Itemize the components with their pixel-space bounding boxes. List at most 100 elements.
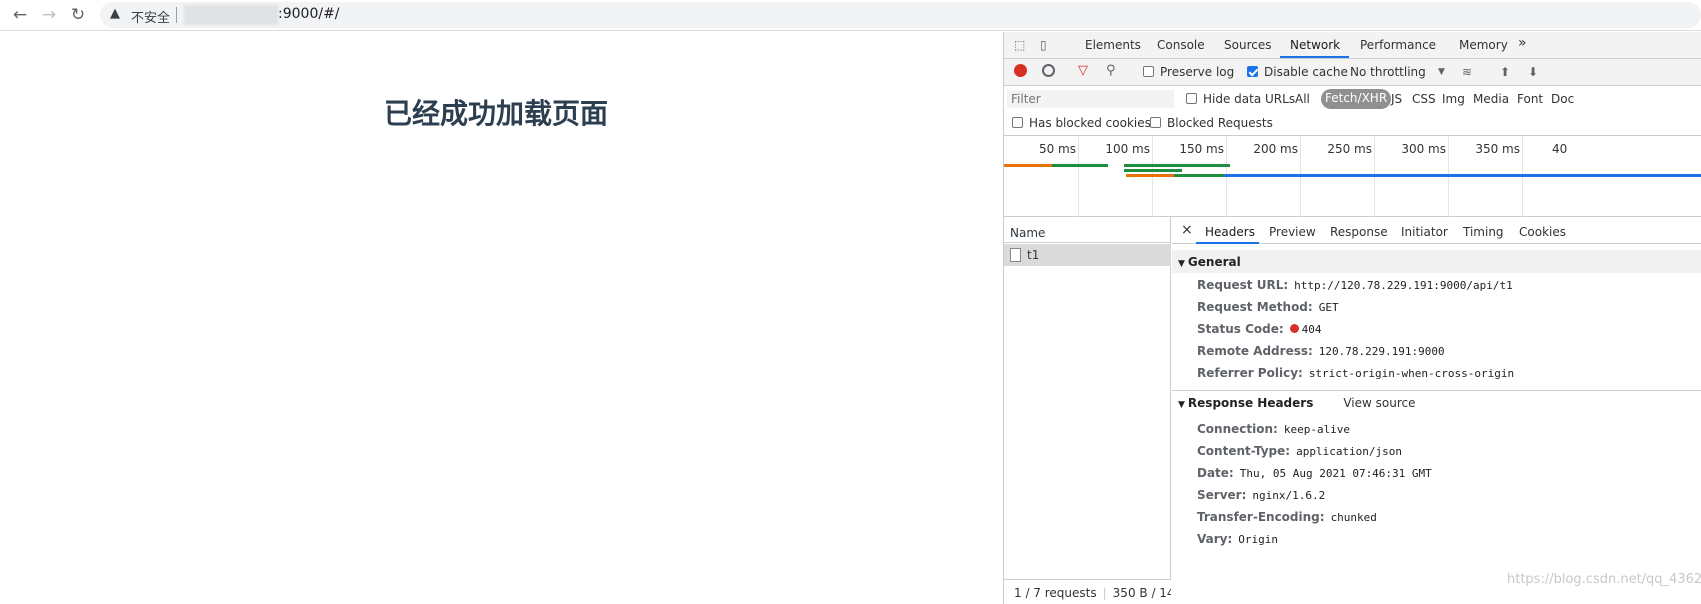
- filter-media[interactable]: Media: [1473, 92, 1509, 106]
- header-value: Origin: [1238, 533, 1279, 546]
- tick-label: 100 ms: [1105, 142, 1150, 156]
- response-headers-section-header[interactable]: ▼ Response Headers View source: [1172, 390, 1701, 413]
- preserve-log-checkbox[interactable]: Preserve log: [1143, 65, 1234, 79]
- timeline-bar: [1126, 174, 1174, 177]
- filter-input[interactable]: [1007, 90, 1174, 108]
- file-icon: [1010, 248, 1021, 262]
- reload-icon[interactable]: ↻: [68, 5, 88, 25]
- active-tab-indicator: [1280, 56, 1349, 58]
- triangle-down-icon: ▼: [1178, 400, 1185, 410]
- header-row: Request URL: http://120.78.229.191:9000/a…: [1197, 278, 1513, 292]
- header-value: application/json: [1296, 445, 1403, 458]
- header-key: Status Code:: [1197, 322, 1284, 336]
- warning-icon[interactable]: ▲: [110, 6, 120, 21]
- request-name: t1: [1027, 248, 1040, 262]
- header-value: Thu, 05 Aug 2021 07:46:31 GMT: [1239, 467, 1432, 480]
- header-key: Vary:: [1197, 532, 1233, 546]
- header-row: Date: Thu, 05 Aug 2021 07:46:31 GMT: [1197, 466, 1432, 480]
- header-key: Date:: [1197, 466, 1234, 480]
- general-title: General: [1187, 255, 1241, 269]
- request-row[interactable]: t1: [1004, 244, 1171, 266]
- has-blocked-cookies-checkbox[interactable]: Has blocked cookies: [1012, 116, 1151, 130]
- filter-js[interactable]: JS: [1391, 92, 1402, 106]
- tab-cookies[interactable]: Cookies: [1519, 225, 1566, 239]
- filter-doc[interactable]: Doc: [1551, 92, 1574, 106]
- back-arrow-icon[interactable]: ←: [10, 5, 30, 25]
- network-conditions-icon[interactable]: ≋: [1462, 65, 1472, 79]
- chevron-down-icon[interactable]: ▼: [1438, 67, 1445, 77]
- view-source-link[interactable]: View source: [1343, 396, 1415, 410]
- preserve-log-label: Preserve log: [1160, 65, 1235, 79]
- header-row: Vary: Origin: [1197, 532, 1278, 546]
- tab-memory[interactable]: Memory: [1459, 38, 1508, 52]
- request-list: Name t1 1 / 7 requests|350 B / 145: [1004, 217, 1171, 604]
- filter-fetch-xhr[interactable]: Fetch/XHR: [1321, 89, 1392, 109]
- more-tabs-icon[interactable]: »: [1518, 35, 1527, 51]
- hide-data-urls-label: Hide data URLs: [1203, 92, 1296, 106]
- address-bar[interactable]: ▲ 不安全 :9000/#/: [100, 2, 1701, 28]
- throttling-select[interactable]: No throttling: [1350, 65, 1426, 79]
- filter-all[interactable]: All: [1295, 92, 1310, 106]
- device-toggle-icon[interactable]: ▯: [1040, 38, 1047, 52]
- header-row: Request Method: GET: [1197, 300, 1339, 314]
- header-row: Server: nginx/1.6.2: [1197, 488, 1325, 502]
- tick-label: 350 ms: [1475, 142, 1520, 156]
- import-har-icon[interactable]: ⬆: [1500, 65, 1510, 79]
- tab-headers[interactable]: Headers: [1205, 225, 1255, 239]
- active-tab-indicator: [1196, 242, 1259, 244]
- search-icon[interactable]: ⚲: [1106, 63, 1116, 78]
- tab-performance[interactable]: Performance: [1360, 38, 1436, 52]
- tab-response[interactable]: Response: [1330, 225, 1388, 239]
- header-key: Content-Type:: [1197, 444, 1291, 458]
- header-key: Referrer Policy:: [1197, 366, 1303, 380]
- page-viewport: 已经成功加载页面: [0, 32, 1003, 604]
- divider: [176, 7, 177, 23]
- network-overview[interactable]: 50 ms 100 ms 150 ms 200 ms 250 ms 300 ms…: [1004, 136, 1701, 217]
- has-blocked-cookies-label: Has blocked cookies: [1029, 116, 1151, 130]
- filter-font[interactable]: Font: [1517, 92, 1543, 106]
- name-column-header[interactable]: Name: [1004, 217, 1171, 243]
- header-value: 404: [1301, 323, 1322, 336]
- tab-timing[interactable]: Timing: [1463, 225, 1504, 239]
- tick-label: 40: [1552, 142, 1568, 156]
- general-section-header[interactable]: ▼ General: [1172, 250, 1701, 273]
- tab-sources[interactable]: Sources: [1224, 38, 1271, 52]
- inspect-element-icon[interactable]: ⬚: [1014, 38, 1025, 52]
- disable-cache-label: Disable cache: [1264, 65, 1348, 79]
- hide-data-urls-checkbox[interactable]: Hide data URLs: [1186, 92, 1295, 106]
- tab-console[interactable]: Console: [1157, 38, 1205, 52]
- header-key: Connection:: [1197, 422, 1278, 436]
- timeline-bar: [1124, 169, 1182, 172]
- header-row: Content-Type: application/json: [1197, 444, 1402, 458]
- tab-preview[interactable]: Preview: [1269, 225, 1316, 239]
- filter-icon[interactable]: ▽: [1078, 63, 1088, 78]
- filter-img[interactable]: Img: [1442, 92, 1465, 106]
- tab-network[interactable]: Network: [1290, 38, 1340, 52]
- disable-cache-checkbox[interactable]: Disable cache: [1247, 65, 1348, 79]
- devtools-tabbar: ⬚ ▯ Elements Console Sources Network Per…: [1004, 32, 1701, 59]
- timeline-bar: [1124, 164, 1230, 167]
- close-icon[interactable]: ×: [1181, 222, 1193, 238]
- tick-label: 50 ms: [1038, 142, 1076, 156]
- triangle-down-icon: ▼: [1178, 259, 1185, 269]
- header-row: Remote Address: 120.78.229.191:9000: [1197, 344, 1445, 358]
- clear-icon[interactable]: [1042, 64, 1055, 77]
- tick-label: 300 ms: [1401, 142, 1446, 156]
- header-value: GET: [1318, 301, 1339, 314]
- forward-arrow-icon[interactable]: →: [39, 5, 59, 25]
- blocked-requests-checkbox[interactable]: Blocked Requests: [1150, 116, 1273, 130]
- header-key: Remote Address:: [1197, 344, 1313, 358]
- filter-css[interactable]: CSS: [1412, 92, 1436, 106]
- timeline-bar: [1224, 174, 1701, 177]
- url-text[interactable]: :9000/#/: [278, 6, 340, 22]
- blurred-host: [184, 5, 278, 25]
- blocked-requests-label: Blocked Requests: [1167, 116, 1273, 130]
- header-row: Transfer-Encoding: chunked: [1197, 510, 1377, 524]
- tab-initiator[interactable]: Initiator: [1401, 225, 1448, 239]
- detail-tabbar: × Headers Preview Response Initiator Tim…: [1172, 217, 1701, 244]
- record-icon[interactable]: [1014, 64, 1027, 77]
- insecure-label[interactable]: 不安全: [131, 7, 170, 26]
- header-key: Server:: [1197, 488, 1247, 502]
- export-har-icon[interactable]: ⬇: [1528, 65, 1538, 79]
- tab-elements[interactable]: Elements: [1085, 38, 1141, 52]
